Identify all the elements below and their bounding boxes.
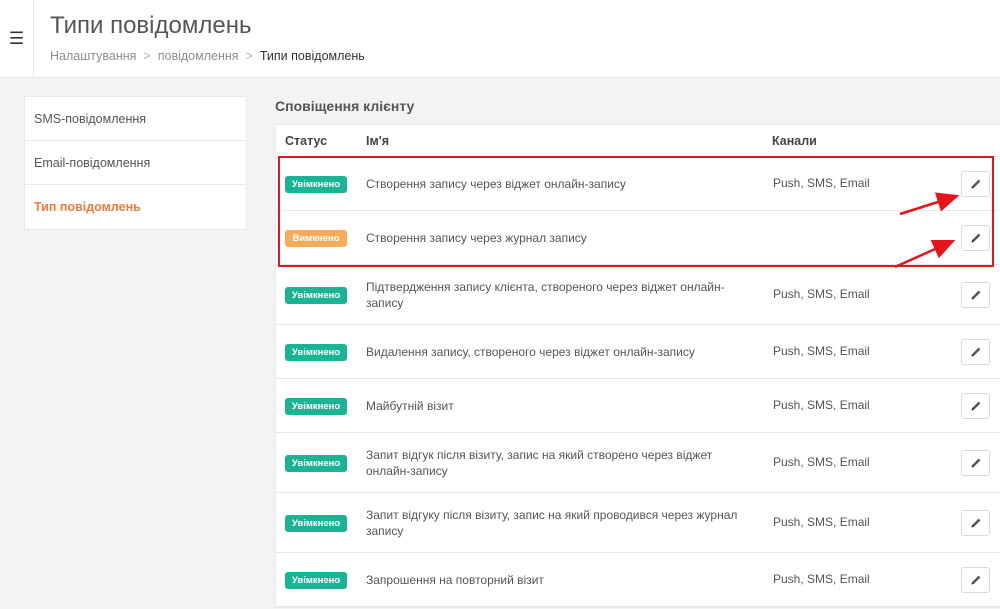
status-badge: Увімкнено (285, 343, 347, 361)
section-title: Сповіщення клієнту (275, 98, 415, 114)
pencil-icon (971, 401, 980, 411)
column-header-status: Статус (285, 133, 328, 148)
status-badge: Увімкнено (285, 286, 347, 304)
sidebar-item-email[interactable]: Email-повідомлення (25, 141, 246, 185)
breadcrumb-current: Типи повідомлень (259, 49, 365, 63)
status-badge: Увімкнено (285, 397, 347, 415)
breadcrumb-separator: > (143, 49, 151, 63)
notification-channels: Push, SMS, Email (773, 515, 870, 529)
table-row: Увімкнено Запрошення на повторний візит Pu… (276, 553, 1000, 607)
pencil-icon (971, 179, 980, 189)
hamburger-icon[interactable]: ☰ (0, 0, 34, 78)
column-header-name: Ім'я (366, 133, 389, 148)
pencil-icon (971, 233, 980, 243)
pencil-icon (971, 347, 980, 357)
breadcrumb-separator: > (245, 49, 253, 63)
settings-sidebar: SMS-повідомлення Email-повідомлення Тип … (24, 96, 247, 230)
table-row: Увімкнено Майбутній візит Push, SMS, Email (276, 379, 1000, 433)
notification-name: Створення запису через віджет онлайн-зап… (366, 177, 626, 191)
edit-button[interactable] (961, 282, 990, 308)
edit-button[interactable] (961, 510, 990, 536)
status-badge: Увімкнено (285, 454, 347, 472)
status-badge: Увімкнено (285, 571, 347, 589)
table-row: Увімкнено Підтвердження запису клієнта, с… (276, 265, 1000, 325)
notification-name: Майбутній візит (366, 399, 454, 413)
table-header: Статус Ім'я Канали (276, 125, 1000, 157)
table-row: Увімкнено Запит відгуку після візиту, зап… (276, 493, 1000, 553)
pencil-icon (971, 458, 980, 468)
breadcrumb-settings[interactable]: Налаштування (50, 49, 136, 63)
edit-button[interactable] (961, 339, 990, 365)
sidebar-item-sms[interactable]: SMS-повідомлення (25, 97, 246, 141)
page-title: Типи повідомлень (50, 12, 252, 39)
notification-channels: Push, SMS, Email (773, 176, 870, 190)
pencil-icon (971, 575, 980, 585)
edit-button[interactable] (961, 450, 990, 476)
table-row: Увімкнено Видалення запису, створеного че… (276, 325, 1000, 379)
pencil-icon (971, 518, 980, 528)
column-header-channels: Канали (772, 133, 817, 148)
top-header: ☰ Типи повідомлень Налаштування > повідо… (0, 0, 1000, 78)
status-badge: Увімкнено (285, 175, 347, 193)
notification-channels: Push, SMS, Email (773, 455, 870, 469)
edit-button[interactable] (961, 393, 990, 419)
table-row: Увімкнено Створення запису через віджет о… (276, 157, 1000, 211)
notification-name: Створення запису через журнал запису (366, 231, 587, 245)
notification-name: Запрошення на повторний візит (366, 573, 544, 587)
edit-button[interactable] (961, 567, 990, 593)
status-badge: Увімкнено (285, 514, 347, 532)
notification-name: Видалення запису, створеного через відже… (366, 345, 695, 359)
breadcrumb: Налаштування > повідомлення > Типи повід… (50, 49, 365, 63)
notifications-table: Статус Ім'я Канали Увімкнено Створення за… (275, 124, 1000, 608)
pencil-icon (971, 290, 980, 300)
notification-name: Підтвердження запису клієнта, створеного… (366, 280, 725, 310)
table-row: Увімкнено Запит відгук після візиту, запи… (276, 433, 1000, 493)
notification-channels: Push, SMS, Email (773, 344, 870, 358)
edit-button[interactable] (961, 225, 990, 251)
breadcrumb-notifications[interactable]: повідомлення (158, 49, 239, 63)
notification-channels: Push, SMS, Email (773, 572, 870, 586)
notification-channels: Push, SMS, Email (773, 398, 870, 412)
status-badge: Вимкнено (285, 229, 347, 247)
notification-name: Запит відгуку після візиту, запис на яки… (366, 508, 738, 538)
sidebar-item-notification-types[interactable]: Тип повідомлень (25, 185, 246, 229)
table-row: Вимкнено Створення запису через журнал за… (276, 211, 1000, 265)
notification-name: Запит відгук після візиту, запис на який… (366, 448, 713, 478)
edit-button[interactable] (961, 171, 990, 197)
notification-channels: Push, SMS, Email (773, 287, 870, 301)
